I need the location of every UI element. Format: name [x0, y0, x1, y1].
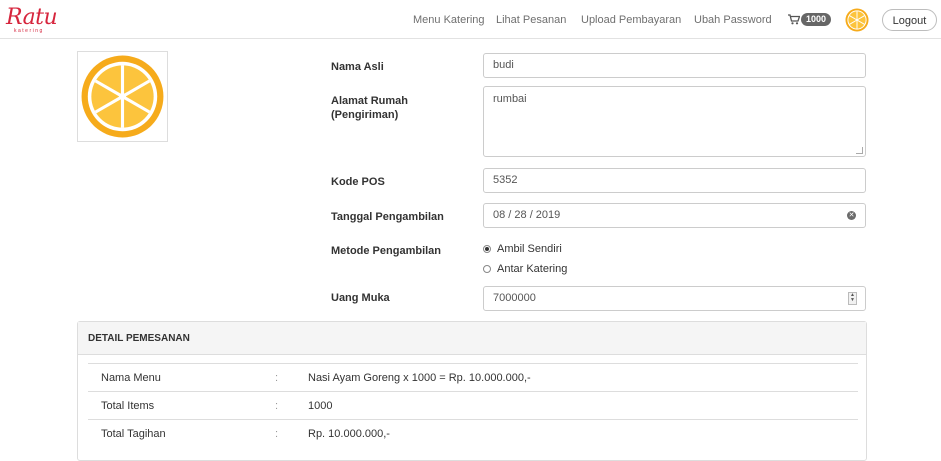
uang-muka-value: 7000000	[493, 292, 536, 304]
number-spinner[interactable]: ▲ ▼	[848, 292, 857, 305]
detail-row-total-items: Total Items : 1000	[88, 391, 858, 419]
spinner-down-icon[interactable]: ▼	[849, 298, 856, 303]
radio-label-ambil-sendiri: Ambil Sendiri	[497, 243, 562, 255]
logo-text: Ratu	[6, 5, 58, 30]
detail-row-nama-menu: Nama Menu : Nasi Ayam Goreng x 1000 = Rp…	[88, 363, 858, 391]
radio-label-antar-katering: Antar Katering	[497, 263, 568, 275]
metode-label: Metode Pengambilan	[331, 245, 442, 257]
detail-label: Total Tagihan	[101, 428, 166, 440]
orange-slice-icon	[845, 8, 869, 32]
clear-date-icon[interactable]: ✕	[847, 211, 856, 220]
logout-button[interactable]: Logout	[882, 9, 937, 31]
uang-muka-input[interactable]: 7000000 ▲ ▼	[483, 286, 866, 311]
detail-row-total-tagihan: Total Tagihan : Rp. 10.000.000,-	[88, 419, 858, 447]
alamat-value: rumbai	[493, 93, 527, 105]
tanggal-date-input[interactable]: 08 / 28 / 2019 ✕	[483, 203, 866, 228]
uang-muka-label: Uang Muka	[331, 292, 390, 304]
cart-count-badge[interactable]: 1000	[801, 13, 832, 26]
nav-upload-pembayaran[interactable]: Upload Pembayaran	[581, 14, 681, 26]
orange-slice-image	[81, 55, 164, 138]
nama-asli-label: Nama Asli	[331, 61, 384, 73]
logo-subtext: katering	[14, 28, 44, 34]
ratu-logo[interactable]: Ratu katering	[6, 6, 80, 36]
radio-unchecked-icon[interactable]	[483, 265, 491, 273]
cart-icon[interactable]	[788, 14, 800, 25]
detail-value: 1000	[308, 400, 333, 412]
resize-handle-icon[interactable]	[856, 147, 863, 154]
detail-value: Rp. 10.000.000,-	[308, 428, 390, 440]
tanggal-label: Tanggal Pengambilan	[331, 211, 444, 223]
navbar: Ratu katering Menu Katering Lihat Pesana…	[0, 0, 941, 39]
detail-label: Total Items	[101, 400, 155, 412]
alamat-label-line2: (Pengiriman)	[331, 109, 399, 121]
detail-colon: :	[275, 428, 279, 440]
detail-title: DETAIL PEMESANAN	[88, 333, 190, 344]
detail-pemesanan-panel: DETAIL PEMESANAN Nama Menu : Nasi Ayam G…	[77, 321, 867, 461]
detail-header: DETAIL PEMESANAN	[78, 322, 866, 355]
kode-pos-input[interactable]: 5352	[483, 168, 866, 193]
kode-pos-label: Kode POS	[331, 176, 385, 188]
tanggal-value: 08 / 28 / 2019	[493, 209, 561, 221]
detail-label: Nama Menu	[101, 372, 161, 384]
detail-colon: :	[275, 372, 279, 384]
detail-value: Nasi Ayam Goreng x 1000 = Rp. 10.000.000…	[308, 372, 531, 384]
profile-image	[77, 51, 168, 142]
user-avatar[interactable]	[845, 8, 869, 32]
radio-checked-icon[interactable]	[483, 245, 491, 253]
detail-colon: :	[275, 400, 279, 412]
nav-ubah-password[interactable]: Ubah Password	[694, 14, 772, 26]
nav-lihat-pesanan[interactable]: Lihat Pesanan	[496, 14, 566, 26]
nav-menu-katering[interactable]: Menu Katering	[413, 14, 485, 26]
nama-asli-input[interactable]: budi	[483, 53, 866, 78]
alamat-label-line1: Alamat Rumah	[331, 95, 409, 107]
alamat-textarea[interactable]: rumbai	[483, 86, 866, 157]
